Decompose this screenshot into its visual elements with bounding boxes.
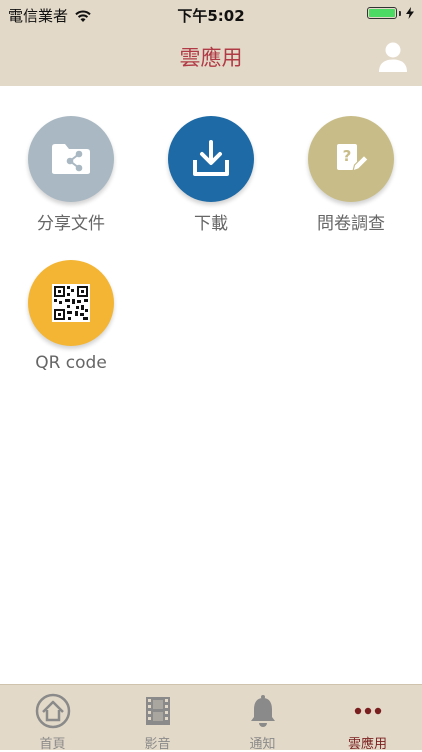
shared-folder-icon: [52, 144, 90, 174]
home-icon: [35, 693, 70, 729]
tab-bar: 首頁 影音 通知 雲應用: [0, 684, 422, 752]
survey-icon: ?: [337, 144, 369, 172]
app-label: 分享文件: [37, 214, 105, 234]
tab-label: 雲應用: [347, 737, 387, 752]
app-tile-survey[interactable]: ? 問卷調查: [291, 116, 411, 234]
more-icon: [354, 707, 381, 715]
app-tile-qr-code[interactable]: QR code: [11, 260, 131, 373]
user-icon: [379, 42, 407, 72]
app-label: QR code: [35, 353, 107, 373]
download-icon: [193, 140, 229, 176]
nav-bar: 雲應用: [0, 28, 422, 86]
qr-code-icon: [52, 284, 90, 322]
app-circle: ?: [308, 116, 394, 202]
battery-fill: [369, 9, 395, 17]
app-tile-shared-files[interactable]: 分享文件: [11, 116, 131, 234]
film-icon: [145, 697, 170, 725]
app-circle: [28, 116, 114, 202]
battery-indicator: [367, 7, 414, 19]
app-tile-download[interactable]: 下載: [151, 116, 271, 234]
app-grid: 分享文件 下載 ? 問卷調查 QR code: [0, 86, 422, 684]
app-circle: [28, 260, 114, 346]
bell-icon: [250, 695, 275, 727]
tab-home[interactable]: 首頁: [0, 685, 105, 752]
profile-button[interactable]: [376, 39, 410, 73]
status-time: 下午5:02: [177, 7, 245, 25]
tab-media[interactable]: 影音: [105, 685, 210, 752]
page-title: 雲應用: [179, 46, 243, 70]
tab-notifications[interactable]: 通知: [210, 685, 315, 752]
tab-cloud-apps[interactable]: 雲應用: [315, 685, 420, 752]
battery-icon: [367, 7, 397, 19]
app-label: 下載: [194, 214, 228, 234]
app-circle: [168, 116, 254, 202]
svg-text:?: ?: [343, 147, 352, 165]
tab-label: 通知: [249, 737, 276, 752]
charging-bolt-icon: [406, 7, 414, 19]
app-label: 問卷調查: [317, 214, 385, 234]
tab-label: 首頁: [39, 737, 66, 752]
tab-label: 影音: [144, 737, 171, 752]
status-bar: 電信業者 下午5:02: [0, 0, 422, 28]
battery-tip: [399, 10, 401, 16]
